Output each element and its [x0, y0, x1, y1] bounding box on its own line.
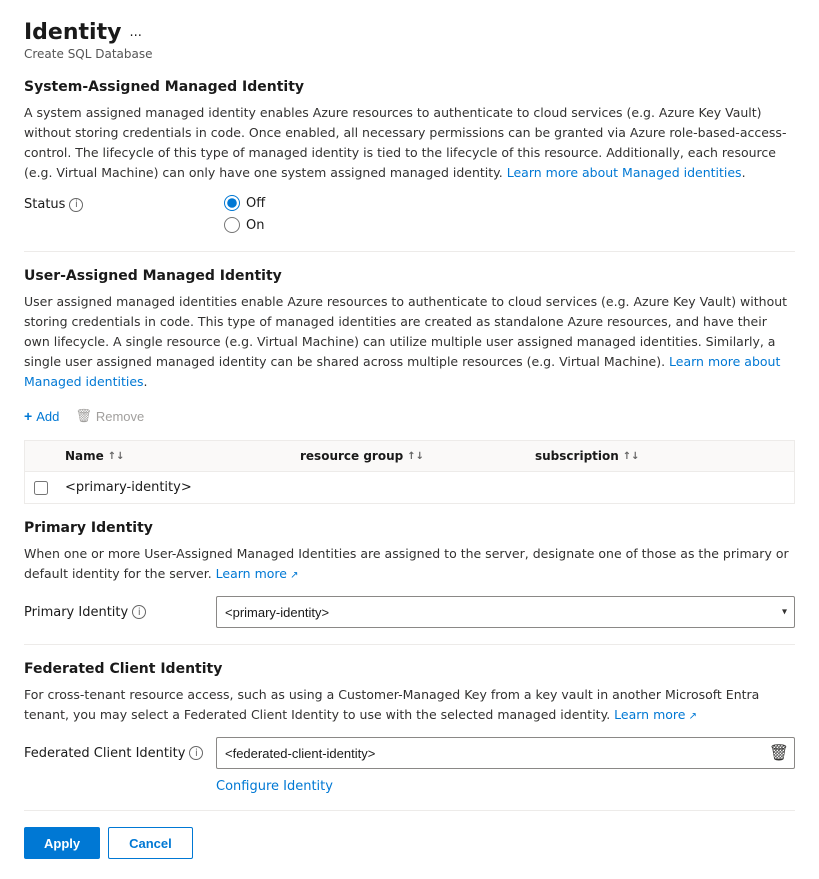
primary-identity-description: When one or more User-Assigned Managed I… [24, 544, 795, 584]
bottom-divider [24, 810, 795, 811]
primary-identity-section: Primary Identity When one or more User-A… [24, 520, 795, 628]
federated-client-learn-more[interactable]: Learn more [614, 707, 697, 722]
federated-client-field-label: Federated Client Identity i [24, 746, 204, 761]
radio-off[interactable] [224, 195, 240, 211]
plus-icon: + [24, 408, 32, 424]
federated-client-title: Federated Client Identity [24, 661, 795, 677]
system-assigned-learn-more[interactable]: Learn more about Managed identities [507, 165, 742, 180]
header-subscription: subscription ↑↓ [527, 449, 762, 463]
table-row: <primary-identity> [25, 472, 794, 503]
primary-identity-info-icon[interactable]: i [132, 605, 146, 619]
name-sort-icon[interactable]: ↑↓ [108, 451, 125, 462]
federated-client-info-icon[interactable]: i [189, 746, 203, 760]
user-assigned-title: User-Assigned Managed Identity [24, 268, 795, 284]
remove-button[interactable]: 🗑 Remove [75, 404, 144, 428]
status-info-icon[interactable]: i [69, 198, 83, 212]
primary-identity-title: Primary Identity [24, 520, 795, 536]
header-checkbox-cell [25, 449, 57, 463]
radio-on-label: On [246, 218, 264, 233]
title-ellipsis: ... [129, 25, 141, 40]
row-name: <primary-identity> [57, 480, 292, 495]
federated-client-input-wrapper: 🗑 [216, 737, 795, 769]
primary-identity-dropdown[interactable]: <primary-identity> [216, 596, 795, 628]
header-actions [762, 449, 794, 463]
apply-button[interactable]: Apply [24, 827, 100, 859]
row-checkbox-cell [25, 481, 57, 495]
page-subtitle: Create SQL Database [24, 47, 795, 61]
federated-client-section: Federated Client Identity For cross-tena… [24, 661, 795, 794]
system-assigned-section: System-Assigned Managed Identity A syste… [24, 79, 795, 233]
radio-off-label: Off [246, 196, 265, 211]
status-row: Status i Off On [24, 195, 795, 233]
add-button[interactable]: + Add [24, 404, 59, 428]
user-assigned-toolbar: + Add 🗑 Remove [24, 404, 795, 428]
page-title: Identity ... [24, 20, 795, 45]
user-assigned-table: Name ↑↓ resource group ↑↓ subscription ↑… [24, 440, 795, 504]
system-assigned-title: System-Assigned Managed Identity [24, 79, 795, 95]
cancel-button[interactable]: Cancel [108, 827, 193, 859]
configure-identity-link[interactable]: Configure Identity [216, 779, 795, 794]
header-resource-group: resource group ↑↓ [292, 449, 527, 463]
primary-identity-field-row: Primary Identity i <primary-identity> ▾ [24, 596, 795, 628]
status-label: Status i [24, 195, 224, 212]
user-assigned-description: User assigned managed identities enable … [24, 292, 795, 392]
radio-on[interactable] [224, 217, 240, 233]
action-buttons: Apply Cancel [24, 827, 795, 859]
federated-client-description: For cross-tenant resource access, such a… [24, 685, 795, 725]
trash-icon: 🗑 [75, 408, 92, 424]
status-radio-group: Off On [224, 195, 265, 233]
system-assigned-description: A system assigned managed identity enabl… [24, 103, 795, 183]
rg-sort-icon[interactable]: ↑↓ [407, 451, 424, 462]
radio-on-option[interactable]: On [224, 217, 265, 233]
row-checkbox[interactable] [34, 481, 48, 495]
divider-2 [24, 644, 795, 645]
header-name: Name ↑↓ [57, 449, 292, 463]
table-header: Name ↑↓ resource group ↑↓ subscription ↑… [25, 441, 794, 472]
divider-1 [24, 251, 795, 252]
primary-identity-learn-more[interactable]: Learn more [216, 566, 299, 581]
federated-client-field-row: Federated Client Identity i 🗑 [24, 737, 795, 769]
user-assigned-section: User-Assigned Managed Identity User assi… [24, 268, 795, 504]
primary-identity-field-label: Primary Identity i [24, 605, 204, 620]
sub-sort-icon[interactable]: ↑↓ [623, 451, 640, 462]
radio-off-option[interactable]: Off [224, 195, 265, 211]
title-text: Identity [24, 20, 121, 45]
federated-client-delete-button[interactable]: 🗑 [769, 743, 789, 763]
federated-client-input[interactable] [216, 737, 795, 769]
primary-identity-dropdown-wrapper: <primary-identity> ▾ [216, 596, 795, 628]
